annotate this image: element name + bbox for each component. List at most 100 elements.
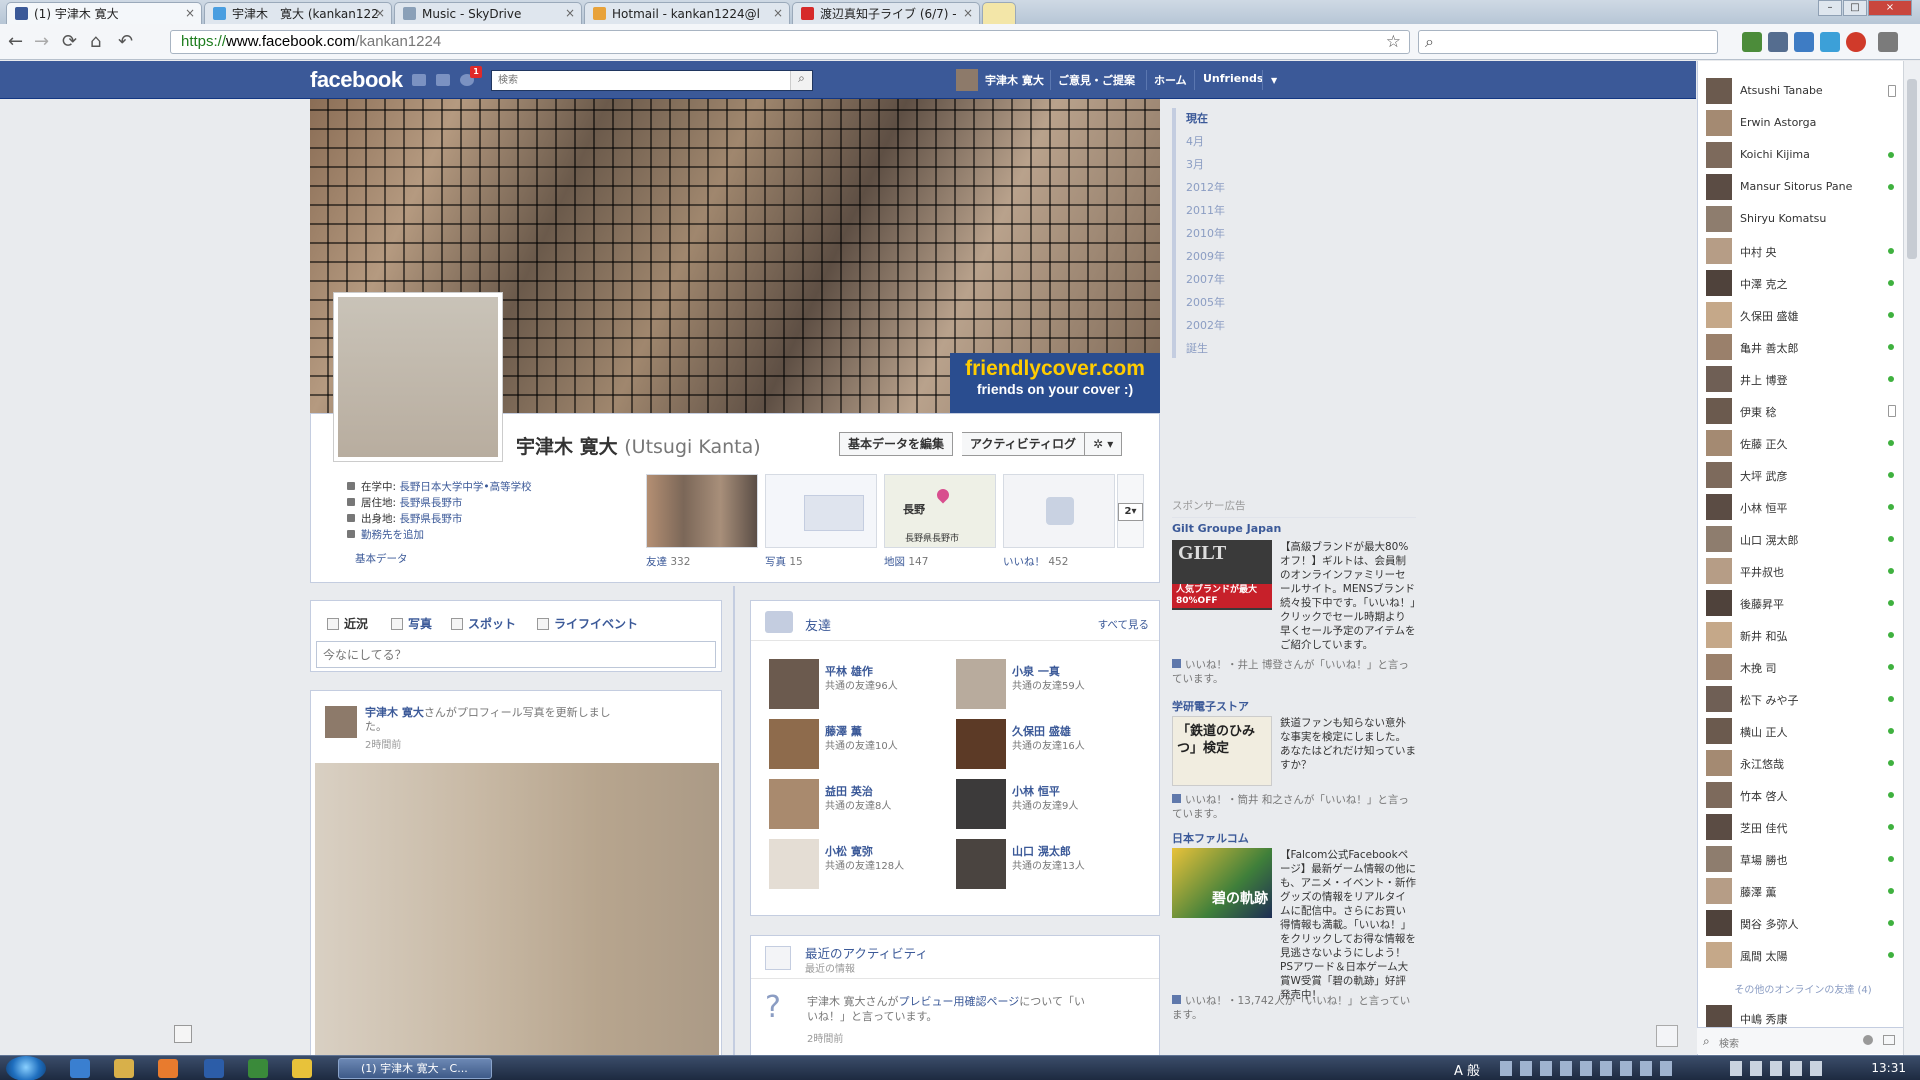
friend-card[interactable]: 小泉 一真 共通の友達59人	[956, 659, 1141, 709]
tab-facebook[interactable]: (1) 宇津木 寛大 ×	[6, 2, 202, 24]
wrench-menu-icon[interactable]	[1878, 32, 1898, 52]
likes-tile[interactable]	[1003, 474, 1115, 548]
timeline-item[interactable]: 現在	[1186, 110, 1208, 126]
search-input[interactable]	[492, 71, 788, 90]
chat-friend[interactable]: 井上 博登	[1706, 364, 1900, 392]
chat-friend[interactable]: 亀井 善太郎	[1706, 332, 1900, 360]
word-icon[interactable]	[204, 1059, 224, 1078]
more-tiles-button[interactable]: 2▾	[1118, 503, 1143, 521]
user-avatar[interactable]	[956, 69, 978, 91]
chat-friend[interactable]: 関谷 多弥人	[1706, 908, 1900, 936]
chat-friend[interactable]: 中澤 克之	[1706, 268, 1900, 296]
chat-friend[interactable]: 竹本 啓人	[1706, 780, 1900, 808]
nav-user-name[interactable]: 宇津木 寛大	[985, 72, 1044, 88]
chat-friend[interactable]: 佐藤 正久	[1706, 428, 1900, 456]
start-button[interactable]	[6, 1056, 46, 1080]
camera-extension-icon[interactable]	[1768, 32, 1788, 52]
chat-friend[interactable]: Atsushi Tanabe	[1706, 76, 1900, 104]
browser-search-box[interactable]: ⌕	[1418, 30, 1718, 54]
chat-friend[interactable]: 風間 太陽	[1706, 940, 1900, 968]
ime-indicator[interactable]: A 般	[1454, 1060, 1480, 1079]
chat-friend[interactable]: 平井叔也	[1706, 556, 1900, 584]
ad-title[interactable]: 学研電子ストア	[1172, 698, 1249, 714]
system-tray-icons[interactable]	[1500, 1061, 1680, 1076]
scrollbar-thumb[interactable]	[1907, 79, 1917, 259]
chat-friend[interactable]: 小林 恒平	[1706, 492, 1900, 520]
chat-friend[interactable]: 中村 央	[1706, 236, 1900, 264]
nav-feedback[interactable]: ご意見・ご提案	[1058, 72, 1135, 88]
chat-friend[interactable]: 山口 滉太郎	[1706, 524, 1900, 552]
tab-close-icon[interactable]: ×	[963, 6, 973, 20]
photos-tile[interactable]	[765, 474, 877, 548]
chat-friend[interactable]: 芝田 佳代	[1706, 812, 1900, 840]
profile-photo-large[interactable]	[315, 763, 719, 1059]
chat-friend[interactable]: 久保田 盛雄	[1706, 300, 1900, 328]
friend-card[interactable]: 久保田 盛雄 共通の友達16人	[956, 719, 1141, 769]
lastpass-extension-icon[interactable]	[1846, 32, 1866, 52]
media-player-icon[interactable]	[158, 1059, 178, 1078]
friends-tile[interactable]	[646, 474, 758, 548]
chat-friend[interactable]: 永江悠哉	[1706, 748, 1900, 776]
add-workplace-link[interactable]: 勤務先を追加	[361, 529, 424, 541]
chat-toggle-icon[interactable]	[1656, 1025, 1678, 1047]
bookmark-star-icon[interactable]: ☆	[1386, 31, 1401, 53]
profile-picture[interactable]	[333, 292, 503, 462]
chat-friend[interactable]: Koichi Kijima	[1706, 140, 1900, 168]
timeline-item[interactable]: 誕生	[1186, 340, 1208, 356]
page-scrollbar[interactable]	[1903, 61, 1920, 1055]
tab-skydrive[interactable]: Music - SkyDrive ×	[394, 2, 582, 24]
taskbar-chrome-window[interactable]: (1) 宇津木 寛大 - C...	[338, 1058, 492, 1079]
chat-friend[interactable]: 松下 みや子	[1706, 684, 1900, 712]
tab-close-icon[interactable]: ×	[565, 6, 575, 20]
minimize-button[interactable]: –	[1818, 0, 1842, 16]
tab-twitter[interactable]: 宇津木 寛大 (kankan122 ×	[204, 2, 392, 24]
friend-card[interactable]: 小松 寛弥 共通の友達128人	[769, 839, 954, 889]
other-online-friends-header[interactable]: その他のオンラインの友達 (4)	[1718, 981, 1888, 996]
forward-button[interactable]: →	[34, 32, 49, 52]
reload-button[interactable]: ⟳	[62, 32, 77, 52]
map-tile[interactable]: 長野 長野県長野市	[884, 474, 996, 548]
chat-settings-gear-icon[interactable]	[1863, 1035, 1873, 1045]
chrome-icon[interactable]	[292, 1059, 312, 1078]
ad-image[interactable]: 「鉄道のひみつ」検定	[1172, 716, 1272, 786]
ad-image[interactable]: GILT 人気ブランドが最大80%OFF	[1172, 540, 1272, 610]
timeline-item[interactable]: 2002年	[1186, 317, 1225, 333]
edit-profile-button[interactable]: 基本データを編集	[839, 432, 954, 456]
excel-icon[interactable]	[248, 1059, 268, 1078]
account-menu-chevron-icon[interactable]: ▼	[1271, 76, 1277, 85]
chat-friend[interactable]: 新井 和弘	[1706, 620, 1900, 648]
facebook-logo[interactable]: facebook	[310, 67, 403, 93]
history-button[interactable]: ↶	[118, 32, 133, 52]
timeline-item[interactable]: 2012年	[1186, 179, 1225, 195]
story-time[interactable]: 2時間前	[365, 736, 401, 751]
facebook-search[interactable]: ⌕	[491, 70, 813, 91]
translate-extension-icon[interactable]	[1742, 32, 1762, 52]
tab-hotmail[interactable]: Hotmail - kankan1224@l ×	[584, 2, 790, 24]
ad-title[interactable]: Gilt Groupe Japan	[1172, 522, 1281, 535]
basic-data-link[interactable]: 基本データ	[355, 551, 408, 566]
friend-card[interactable]: 益田 英治 共通の友達8人	[769, 779, 954, 829]
timeline-item[interactable]: 2009年	[1186, 248, 1225, 264]
timeline-item[interactable]: 2005年	[1186, 294, 1225, 310]
maximize-button[interactable]: □	[1843, 0, 1867, 16]
search-icon[interactable]: ⌕	[790, 71, 812, 90]
ad-image[interactable]: 碧の軌跡	[1172, 848, 1272, 918]
chat-friend[interactable]: 木挽 司	[1706, 652, 1900, 680]
home-button[interactable]: ⌂	[90, 32, 101, 52]
friend-card[interactable]: 藤澤 薫共通の友達10人	[769, 719, 954, 769]
chat-popout-icon[interactable]	[1883, 1035, 1895, 1045]
friend-requests-icon[interactable]	[412, 74, 426, 86]
friendlycover-banner[interactable]: friendlycover.com friends on your cover …	[950, 353, 1160, 413]
chat-friend[interactable]: 伊東 稔	[1706, 396, 1900, 424]
timeline-item[interactable]: 3月	[1186, 156, 1204, 172]
friend-card[interactable]: 小林 恒平 共通の友達9人	[956, 779, 1141, 829]
chat-friend[interactable]: 大坪 武彦	[1706, 460, 1900, 488]
chat-friend[interactable]: Erwin Astorga	[1706, 108, 1900, 136]
settings-gear-icon[interactable]: ✲ ▾	[1085, 432, 1123, 456]
new-tab-button[interactable]	[982, 2, 1016, 24]
chat-search-input[interactable]: 検索	[1719, 1035, 1739, 1050]
tab-close-icon[interactable]: ×	[185, 6, 195, 20]
chat-friend[interactable]: 藤澤 薫	[1706, 876, 1900, 904]
nav-home[interactable]: ホーム	[1154, 72, 1187, 88]
friend-card[interactable]: 平林 雄作 共通の友達96人	[769, 659, 954, 709]
